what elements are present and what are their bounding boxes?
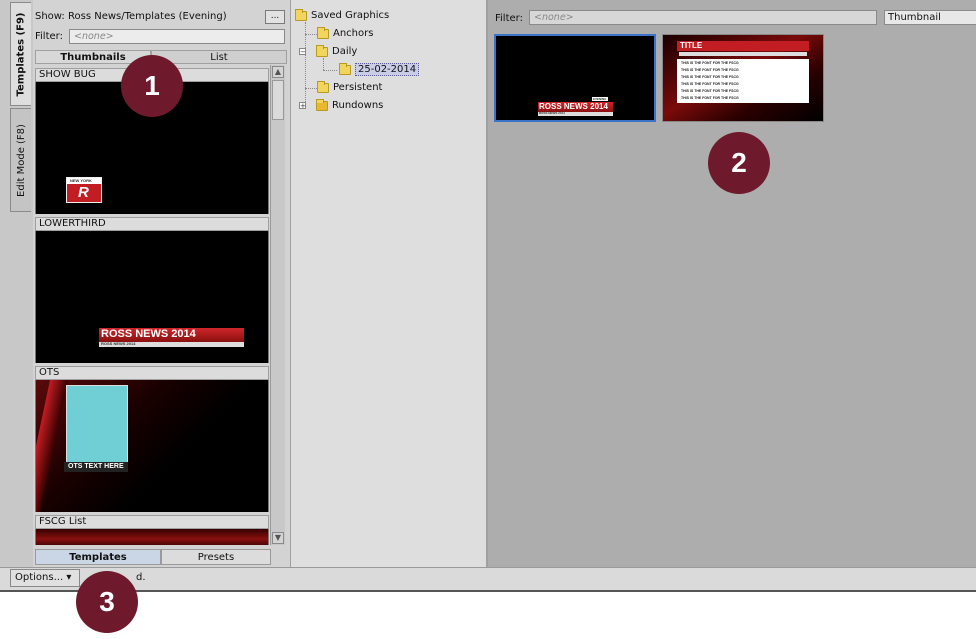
database-icon xyxy=(316,98,328,111)
template-filter-input[interactable]: <none> xyxy=(69,29,285,44)
template-list-scrollbar[interactable]: ▲ ▼ xyxy=(270,65,285,545)
tree-node-persistent[interactable]: Persistent xyxy=(317,80,382,95)
show-bug-logo-text: R xyxy=(78,184,89,201)
template-label: LOWERTHIRD xyxy=(35,217,269,231)
folder-icon xyxy=(295,8,307,21)
saved-graphic-thumb-2[interactable]: TITLE THIS IS THE FONT FOR THE FSCG THIS… xyxy=(662,34,824,122)
tab-edit-mode-label: Edit Mode (F8) xyxy=(15,123,27,197)
show-bug-graphic: NEW YORK R xyxy=(66,177,102,203)
template-thumbnail xyxy=(35,529,269,545)
callout-3: 3 xyxy=(76,571,138,633)
thumb2-title: TITLE xyxy=(680,41,703,50)
browse-show-button[interactable]: ... xyxy=(265,10,285,24)
template-card[interactable]: LOWERTHIRD ROSS NEWS 2014 ROSS NEWS 2014 xyxy=(35,217,269,363)
template-card[interactable]: FSCG List xyxy=(35,515,269,545)
folder-icon xyxy=(317,80,329,93)
folder-icon xyxy=(339,62,351,75)
thumb2-list-box: THIS IS THE FONT FOR THE FSCG THIS IS TH… xyxy=(677,59,809,103)
lowerthird-title: ROSS NEWS 2014 xyxy=(101,328,196,340)
callout-1: 1 xyxy=(121,55,183,117)
lowerthird-subtitle: ROSS NEWS 2014 xyxy=(101,341,136,346)
saved-graphic-thumb-1[interactable]: ROSS NEWS 2014 ROSS NEWS 2014 EVENING xyxy=(494,34,656,122)
thumb2-line: THIS IS THE FONT FOR THE FSCG xyxy=(681,61,739,65)
show-value: Ross News/Templates (Evening) xyxy=(68,11,227,22)
scroll-up-icon[interactable]: ▲ xyxy=(272,66,284,78)
status-text: d. xyxy=(136,572,146,583)
thumb1-subtitle: ROSS NEWS 2014 xyxy=(539,111,565,115)
filter-row: Filter: <none> xyxy=(35,29,287,44)
tree-node-label: Daily xyxy=(332,46,358,57)
chevron-down-icon: ▾ xyxy=(66,572,72,583)
ots-red-stripe xyxy=(36,380,69,512)
tab-templates-bottom[interactable]: Templates xyxy=(35,549,161,565)
right-toolbar: Filter: <none> Thumbnail xyxy=(488,9,976,27)
folder-open-icon xyxy=(316,44,328,57)
ots-box xyxy=(66,385,128,463)
thumb2-line: THIS IS THE FONT FOR THE FSCG xyxy=(681,96,739,100)
thumb1-tag: EVENING xyxy=(592,97,608,101)
template-thumbnail: ROSS NEWS 2014 ROSS NEWS 2014 xyxy=(35,231,269,363)
tab-templates[interactable]: Templates (F9) xyxy=(10,2,31,106)
saved-graphics-tree-panel: Saved Graphics Anchors − Daily 25-02-2014… xyxy=(290,0,488,567)
tree-node-daily[interactable]: − Daily xyxy=(299,44,357,59)
show-label: Show: xyxy=(35,11,65,22)
tree-node-label-selected: 25-02-2014 xyxy=(355,63,420,76)
show-row: Show: Ross News/Templates (Evening) ... xyxy=(35,10,287,24)
thumb2-line: THIS IS THE FONT FOR THE FSCG xyxy=(681,82,739,86)
options-button[interactable]: Options... ▾ xyxy=(10,569,80,587)
scroll-down-icon[interactable]: ▼ xyxy=(272,532,284,544)
options-label: Options... xyxy=(15,572,64,583)
tree-node-rundowns[interactable]: + Rundowns xyxy=(299,98,383,113)
tree-node-label: Saved Graphics xyxy=(311,10,390,21)
tree-node-label: Persistent xyxy=(333,82,383,93)
tree-node-date[interactable]: 25-02-2014 xyxy=(339,62,420,77)
bottom-tabs: Templates Presets xyxy=(35,549,271,565)
collapse-icon[interactable]: − xyxy=(299,48,306,56)
tab-templates-label: Templates (F9) xyxy=(15,12,27,96)
template-card[interactable]: OTS OTS TEXT HERE xyxy=(35,366,269,512)
thumb2-line: THIS IS THE FONT FOR THE FSCG xyxy=(681,68,739,72)
template-thumbnail-list: SHOW BUG NEW YORK R LOWERTHIRD ROSS NEWS… xyxy=(35,65,269,545)
saved-filter-input[interactable]: <none> xyxy=(529,10,877,25)
tree-node-anchors[interactable]: Anchors xyxy=(317,26,373,41)
scroll-thumb[interactable] xyxy=(272,80,284,120)
thumb1-title: ROSS NEWS 2014 xyxy=(539,102,608,111)
tree-node-saved-graphics[interactable]: Saved Graphics xyxy=(295,8,389,23)
template-label: FSCG List xyxy=(35,515,269,529)
thumb2-line: THIS IS THE FONT FOR THE FSCG xyxy=(681,75,739,79)
template-thumbnail: OTS TEXT HERE xyxy=(35,380,269,512)
bottom-border xyxy=(0,590,976,592)
ots-box-text: OTS TEXT HERE xyxy=(68,463,124,470)
thumb2-line: THIS IS THE FONT FOR THE FSCG xyxy=(681,89,739,93)
right-filter-label: Filter: xyxy=(495,13,523,24)
saved-graphics-panel: Filter: <none> Thumbnail ROSS NEWS 2014 … xyxy=(488,0,976,567)
folder-icon xyxy=(317,26,329,39)
tab-presets[interactable]: Presets xyxy=(161,549,271,565)
filter-label: Filter: xyxy=(35,31,63,42)
status-bar: Options... ▾ d. xyxy=(0,567,976,590)
tab-edit-mode[interactable]: Edit Mode (F8) xyxy=(10,108,31,212)
view-mode-select[interactable]: Thumbnail xyxy=(884,10,976,25)
show-bug-small-text: NEW YORK xyxy=(70,178,92,183)
vertical-tab-strip: Templates (F9) Edit Mode (F8) xyxy=(0,0,34,567)
callout-2: 2 xyxy=(708,132,770,194)
expand-icon[interactable]: + xyxy=(299,102,306,110)
template-label: OTS xyxy=(35,366,269,380)
tree-node-label: Rundowns xyxy=(332,100,384,111)
show-path: Show: Ross News/Templates (Evening) xyxy=(35,11,227,22)
tree-node-label: Anchors xyxy=(333,28,374,39)
